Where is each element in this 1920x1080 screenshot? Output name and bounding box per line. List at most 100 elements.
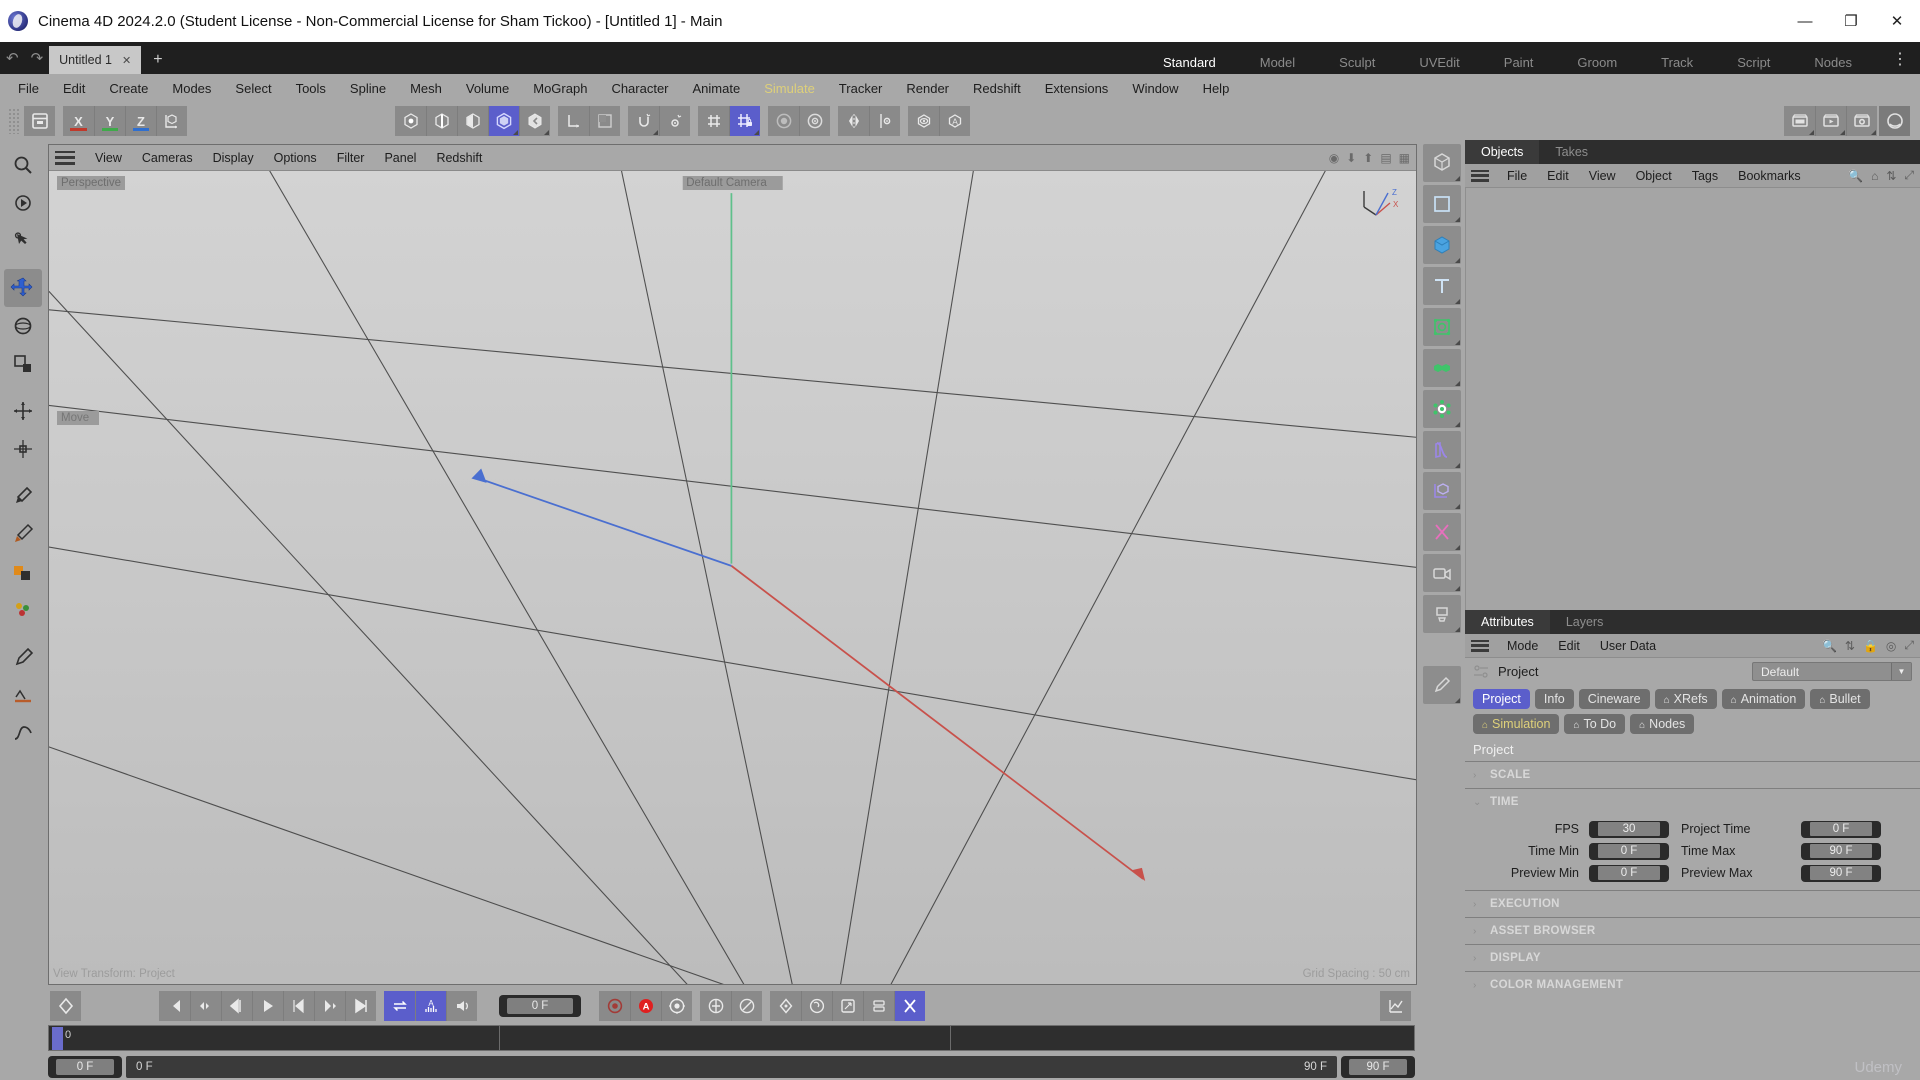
layout-tab-sculpt[interactable]: Sculpt [1317, 55, 1397, 70]
layout-tab-nodes[interactable]: Nodes [1792, 55, 1874, 70]
edge-mode-icon[interactable] [426, 106, 457, 136]
y-axis-lock-button[interactable]: Y [94, 106, 125, 136]
viewport-menu-redshift[interactable]: Redshift [426, 151, 492, 165]
position-key-button[interactable] [700, 991, 731, 1021]
step-back-button[interactable] [221, 991, 252, 1021]
deformer-icon[interactable] [1423, 431, 1461, 469]
layout-tab-track[interactable]: Track [1639, 55, 1715, 70]
viewport-single-view-icon[interactable]: ◉ [1329, 151, 1339, 165]
layout-tab-uvedit[interactable]: UVEdit [1397, 55, 1481, 70]
section-header-asset-browser[interactable]: › ASSET BROWSER [1465, 917, 1920, 944]
rotate-tool-icon[interactable] [4, 307, 42, 345]
attribute-tab-animation[interactable]: ⌂ Animation [1721, 689, 1806, 709]
viewport-menu-view[interactable]: View [85, 151, 132, 165]
viewport-menu-panel[interactable]: Panel [374, 151, 426, 165]
section-header-time[interactable]: ⌄ TIME [1465, 788, 1920, 815]
field-icon[interactable] [1423, 308, 1461, 346]
generator-icon[interactable] [1423, 226, 1461, 264]
menu-extensions[interactable]: Extensions [1033, 81, 1121, 96]
panel-tab-takes[interactable]: Takes [1539, 140, 1604, 164]
go-to-next-key-button[interactable] [314, 991, 345, 1021]
paint-tool-icon[interactable] [4, 515, 42, 553]
menu-modes[interactable]: Modes [160, 81, 223, 96]
material-edit-icon[interactable] [1423, 666, 1461, 704]
audio-button[interactable] [446, 991, 477, 1021]
layout-tab-paint[interactable]: Paint [1482, 55, 1556, 70]
document-tab-untitled-1[interactable]: Untitled 1 ✕ [49, 46, 142, 74]
lock-icon[interactable]: 🔒 [1863, 639, 1878, 653]
field-input-preview-min[interactable]: 0 F [1589, 864, 1669, 882]
record-active-objects-button[interactable] [599, 991, 630, 1021]
x-axis-lock-button[interactable]: X [63, 106, 94, 136]
menu-window[interactable]: Window [1120, 81, 1190, 96]
auto-keying-toggle-button[interactable] [894, 991, 925, 1021]
menu-create[interactable]: Create [97, 81, 160, 96]
camera-icon[interactable] [1423, 554, 1461, 592]
undo-icon[interactable]: ↶ [6, 49, 19, 67]
section-twisty-icon[interactable]: ⌄ [1473, 797, 1481, 808]
enable-axis-icon[interactable] [558, 106, 589, 136]
content-browser-icon[interactable] [24, 106, 55, 136]
render-to-picture-viewer-icon[interactable] [1815, 106, 1846, 136]
pen-tool-icon[interactable] [4, 638, 42, 676]
viewport-menu-options[interactable]: Options [264, 151, 327, 165]
attribute-tab-to-do[interactable]: ⌂ To Do [1564, 714, 1626, 734]
close-button[interactable]: ✕ [1874, 0, 1920, 42]
menu-mesh[interactable]: Mesh [398, 81, 454, 96]
range-end-field[interactable]: 90 F [1341, 1056, 1415, 1078]
attributes-preset-dropdown[interactable]: Default ▼ [1752, 662, 1912, 681]
viewport-menu-cameras[interactable]: Cameras [132, 151, 203, 165]
perspective-viewport[interactable]: Perspective Default Camera Move View Tra… [49, 171, 1416, 984]
viewport-solo-icon[interactable] [589, 106, 620, 136]
attribute-tab-cineware[interactable]: Cineware [1578, 689, 1650, 709]
point-mode-icon[interactable] [395, 106, 426, 136]
current-frame-field[interactable]: 0 F [499, 995, 581, 1017]
popout-icon[interactable]: ⤢ [1904, 638, 1914, 653]
range-start-field[interactable]: 0 F [48, 1056, 122, 1078]
maximize-button[interactable]: ❐ [1828, 0, 1874, 42]
field-input-preview-max[interactable]: 90 F [1801, 864, 1881, 882]
new-document-tab-button[interactable]: + [141, 46, 174, 74]
select-tool-icon[interactable] [4, 184, 42, 222]
symmetry-settings-icon[interactable] [869, 106, 900, 136]
objects-tree[interactable] [1465, 188, 1920, 610]
objects-menu-object[interactable]: Object [1626, 169, 1682, 183]
render-view-frame-icon[interactable] [1784, 106, 1815, 136]
world-object-axis-icon[interactable] [156, 106, 187, 136]
loop-playback-button[interactable] [384, 991, 415, 1021]
objects-menu-edit[interactable]: Edit [1537, 169, 1579, 183]
viewport-up-icon[interactable]: ⬆ [1363, 151, 1373, 165]
viewport-layout-2-icon[interactable]: ▤ [1380, 151, 1391, 165]
lock-workplane-icon[interactable] [729, 106, 760, 136]
spline-tool-icon[interactable] [4, 714, 42, 752]
render-view-icon[interactable] [768, 106, 799, 136]
home-icon[interactable]: ⌂ [1871, 169, 1878, 183]
minimize-button[interactable]: — [1782, 0, 1828, 42]
rotation-key-button[interactable] [731, 991, 762, 1021]
search-icon[interactable]: 🔍 [1822, 639, 1837, 653]
panel-tab-objects[interactable]: Objects [1465, 140, 1540, 164]
coordinate-cube-icon[interactable] [1423, 472, 1461, 510]
filter-icon[interactable]: ⇅ [1845, 639, 1855, 653]
field-input-fps[interactable]: 30 [1589, 820, 1669, 838]
brush-tool-icon[interactable] [4, 477, 42, 515]
document-tab-close-icon[interactable]: ✕ [122, 54, 131, 67]
section-twisty-icon[interactable]: › [1473, 980, 1481, 991]
magnify-tool-icon[interactable] [4, 146, 42, 184]
annotation-icon[interactable]: A [939, 106, 970, 136]
text-spline-icon[interactable] [1423, 267, 1461, 305]
symmetry-mirror-icon[interactable] [838, 106, 869, 136]
texture-mode-icon[interactable] [519, 106, 550, 136]
menu-tools[interactable]: Tools [284, 81, 338, 96]
timeline-track[interactable]: 0 [48, 1025, 1415, 1051]
layout-tab-model[interactable]: Model [1238, 55, 1317, 70]
render-settings-icon[interactable] [799, 106, 830, 136]
menu-select[interactable]: Select [223, 81, 283, 96]
section-twisty-icon[interactable]: › [1473, 770, 1481, 781]
objects-menu-bookmarks[interactable]: Bookmarks [1728, 169, 1811, 183]
parameter-key-button[interactable] [801, 991, 832, 1021]
menu-spline[interactable]: Spline [338, 81, 398, 96]
attribute-tab-xrefs[interactable]: ⌂ XRefs [1654, 689, 1717, 709]
layout-tab-script[interactable]: Script [1715, 55, 1792, 70]
attribute-tab-simulation[interactable]: ⌂ Simulation [1473, 714, 1560, 734]
